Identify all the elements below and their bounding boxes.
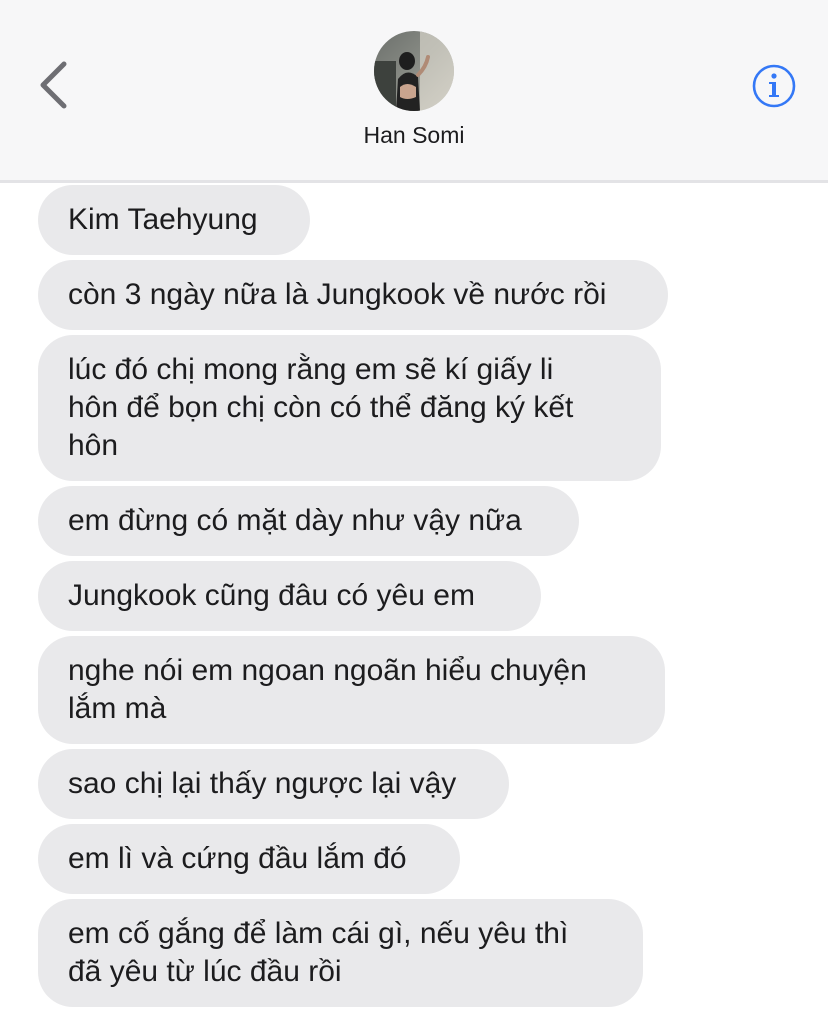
- avatar-photo: [374, 31, 454, 111]
- message-bubble[interactable]: em cố gắng để làm cái gì, nếu yêu thì đã…: [38, 899, 643, 1007]
- message-bubble[interactable]: lúc đó chị mong rằng em sẽ kí giấy li hô…: [38, 335, 661, 481]
- message-bubble[interactable]: còn 3 ngày nữa là Jungkook về nước rồi: [38, 260, 668, 330]
- message-bubble[interactable]: sao chị lại thấy ngược lại vậy: [38, 749, 509, 819]
- contact-name[interactable]: Han Somi: [0, 122, 828, 149]
- back-button[interactable]: [30, 58, 76, 112]
- message-bubble[interactable]: Jungkook cũng đâu có yêu em: [38, 561, 541, 631]
- message-bubble[interactable]: Kim Taehyung: [38, 185, 310, 255]
- chevron-left-icon: [40, 61, 67, 109]
- conversation-header: Han Somi: [0, 0, 828, 183]
- info-button[interactable]: [751, 63, 797, 109]
- avatar[interactable]: [374, 31, 454, 111]
- message-bubble[interactable]: em đừng có mặt dày như vậy nữa: [38, 486, 579, 556]
- message-thread[interactable]: Kim Taehyung còn 3 ngày nữa là Jungkook …: [0, 183, 828, 1010]
- message-bubble[interactable]: em lì và cứng đầu lắm đó: [38, 824, 460, 894]
- info-icon: [752, 64, 796, 108]
- message-bubble[interactable]: nghe nói em ngoan ngoãn hiểu chuyện lắm …: [38, 636, 665, 744]
